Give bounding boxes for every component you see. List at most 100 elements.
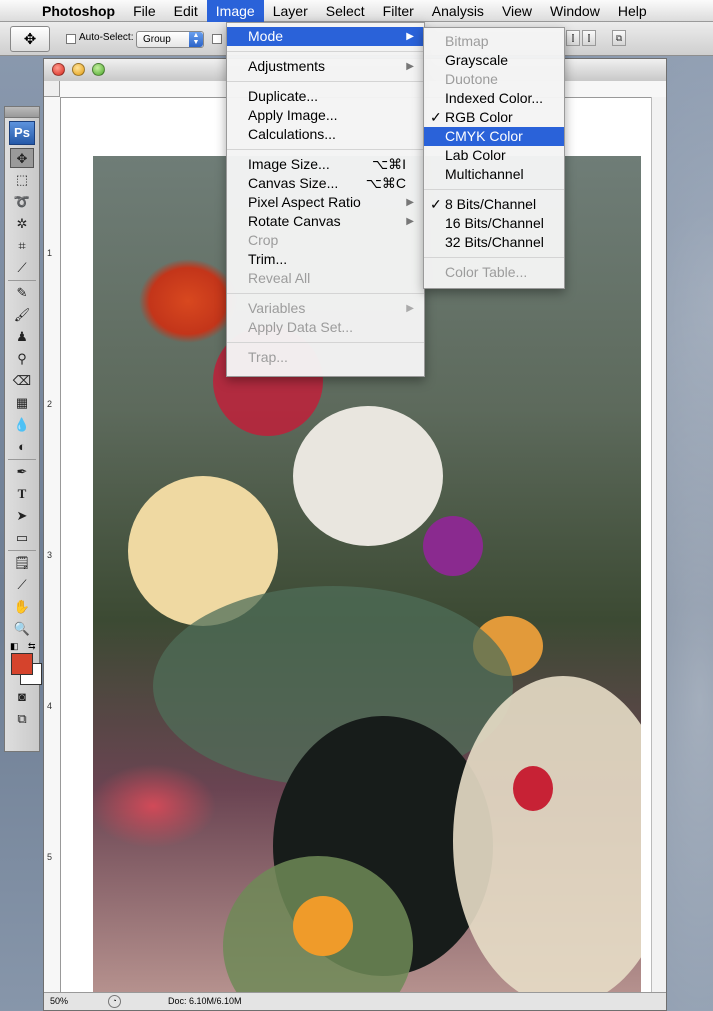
- move-tool-icon[interactable]: ✥: [10, 148, 34, 168]
- align-left-button[interactable]: ⫿: [566, 30, 580, 46]
- menu-analysis[interactable]: Analysis: [423, 0, 493, 22]
- notes-tool-icon[interactable]: 🗒: [10, 553, 34, 573]
- submenu-arrow-icon: ▶: [406, 216, 414, 227]
- menu-image[interactable]: Image: [206, 0, 264, 22]
- marquee-tool-icon[interactable]: ⬚: [10, 170, 34, 190]
- menu-select[interactable]: Select: [317, 0, 374, 22]
- mode-item-16-bits[interactable]: 16 Bits/Channel: [424, 214, 564, 233]
- menu-filter[interactable]: Filter: [374, 0, 423, 22]
- auto-select-group-dropdown[interactable]: Group ▲ ▼: [136, 31, 204, 48]
- tool-divider: [8, 459, 36, 460]
- ruler-number: 3: [47, 550, 53, 560]
- white-flower: [293, 406, 443, 546]
- menu-item-mode[interactable]: Mode ▶: [227, 27, 424, 46]
- auto-select-checkbox[interactable]: [66, 34, 76, 44]
- lasso-tool-icon[interactable]: ➰: [10, 192, 34, 212]
- color-swatches: ◧ ⇆: [8, 641, 42, 685]
- orange-rose: [293, 896, 353, 956]
- auto-align-button[interactable]: ⧉: [612, 30, 626, 46]
- ruler-number: 5: [47, 852, 53, 862]
- zoom-level[interactable]: 50%: [50, 996, 68, 1006]
- ps-logo[interactable]: Ps: [9, 121, 35, 145]
- menu-app-photoshop[interactable]: Photoshop: [36, 0, 124, 22]
- eraser-tool-icon[interactable]: ⌫: [10, 371, 34, 391]
- zoom-tool-icon[interactable]: 🔍: [10, 619, 34, 639]
- ruler-origin[interactable]: [44, 81, 60, 97]
- mode-item-duotone: Duotone: [445, 71, 498, 87]
- menu-item-trim[interactable]: Trim...: [227, 250, 424, 269]
- swap-colors-icon[interactable]: ⇆: [28, 641, 36, 652]
- menu-item-adjustments[interactable]: Adjustments ▶: [227, 57, 424, 76]
- menu-view[interactable]: View: [493, 0, 541, 22]
- submenu-arrow-icon: ▶: [406, 31, 414, 42]
- eyedropper-tool-icon[interactable]: ⟋: [10, 575, 34, 595]
- tool-preset-picker[interactable]: ✥: [10, 26, 50, 52]
- menu-item-rotate-canvas[interactable]: Rotate Canvas ▶: [227, 212, 424, 231]
- menu-window[interactable]: Window: [541, 0, 609, 22]
- submenu-arrow-icon: ▶: [406, 61, 414, 72]
- status-menu-icon[interactable]: ◔: [108, 995, 121, 1008]
- mode-item-cmyk-color[interactable]: CMYK Color: [424, 127, 564, 146]
- menu-separator: [227, 51, 424, 52]
- ruler-number: 4: [47, 701, 53, 711]
- image-menu: Mode ▶ Adjustments ▶ Duplicate... Apply Im…: [226, 22, 425, 377]
- menu-separator: [227, 149, 424, 150]
- auto-select-label: Auto-Select:: [79, 32, 134, 43]
- tools-palette: Ps ✥ ⬚ ➰ ✲ ⌗ ⟋ ✎ 🖌 ♟ ⚲ ⌫ ▦ 💧 ◐ ✒ T ➤ ▭ 🗒…: [4, 106, 42, 752]
- mode-item-32-bits[interactable]: 32 Bits/Channel: [424, 233, 564, 252]
- gradient-tool-icon[interactable]: ▦: [10, 393, 34, 413]
- menu-help[interactable]: Help: [609, 0, 656, 22]
- align-center-button[interactable]: ⫿: [582, 30, 596, 46]
- document-size[interactable]: Doc: 6.10M/6.10M: [168, 996, 242, 1006]
- healing-brush-tool-icon[interactable]: ✎: [10, 283, 34, 303]
- vertical-scrollbar[interactable]: [651, 97, 666, 993]
- mode-item-grayscale[interactable]: Grayscale: [424, 51, 564, 70]
- menu-item-canvas-size[interactable]: Canvas Size... ⌥⌘C: [227, 174, 424, 193]
- vertical-ruler[interactable]: 1 2 3 4 5: [44, 97, 61, 993]
- status-bar: 50% ◔ Doc: 6.10M/6.10M: [44, 992, 666, 1010]
- mode-item-rgb-color[interactable]: ✓ RGB Color: [424, 108, 564, 127]
- menu-item-crop: Crop: [248, 232, 279, 248]
- menu-item-pixel-aspect-ratio[interactable]: Pixel Aspect Ratio ▶: [227, 193, 424, 212]
- clone-stamp-tool-icon[interactable]: ♟: [10, 327, 34, 347]
- quick-mask-icon[interactable]: ◙: [10, 687, 34, 707]
- default-colors-icon[interactable]: ◧: [10, 641, 19, 652]
- magic-wand-tool-icon[interactable]: ✲: [10, 214, 34, 234]
- pen-tool-icon[interactable]: ✒: [10, 462, 34, 482]
- brush-tool-icon[interactable]: 🖌: [10, 305, 34, 325]
- menu-item-duplicate[interactable]: Duplicate...: [227, 87, 424, 106]
- menu-separator: [227, 342, 424, 343]
- menu-edit[interactable]: Edit: [165, 0, 207, 22]
- menu-item-apply-data-set: Apply Data Set...: [248, 319, 354, 335]
- menu-file[interactable]: File: [124, 0, 165, 22]
- zoom-window-button[interactable]: [92, 63, 105, 76]
- type-tool-icon[interactable]: T: [10, 484, 34, 504]
- minimize-window-button[interactable]: [72, 63, 85, 76]
- history-brush-tool-icon[interactable]: ⚲: [10, 349, 34, 369]
- shape-tool-icon[interactable]: ▭: [10, 528, 34, 548]
- move-tool-icon: ✥: [23, 31, 37, 48]
- path-selection-tool-icon[interactable]: ➤: [10, 506, 34, 526]
- hand-tool-icon[interactable]: ✋: [10, 597, 34, 617]
- menu-item-image-size[interactable]: Image Size... ⌥⌘I: [227, 155, 424, 174]
- auto-select-group-value: Group: [143, 34, 171, 45]
- show-transform-checkbox[interactable]: [212, 34, 222, 44]
- menu-item-variables: Variables ▶: [248, 300, 414, 316]
- menu-layer[interactable]: Layer: [264, 0, 317, 22]
- palette-grip[interactable]: [5, 107, 39, 118]
- dodge-tool-icon[interactable]: ◐: [10, 437, 34, 457]
- mode-item-lab-color[interactable]: Lab Color: [424, 146, 564, 165]
- slice-tool-icon[interactable]: ⟋: [10, 258, 34, 278]
- close-window-button[interactable]: [52, 63, 65, 76]
- menu-item-reveal-all: Reveal All: [248, 270, 311, 286]
- blur-tool-icon[interactable]: 💧: [10, 415, 34, 435]
- mode-item-indexed-color[interactable]: Indexed Color...: [424, 89, 564, 108]
- crop-tool-icon[interactable]: ⌗: [10, 236, 34, 256]
- menu-item-calculations[interactable]: Calculations...: [227, 125, 424, 144]
- screen-mode-icon[interactable]: ⧉: [10, 709, 34, 729]
- mode-item-color-table: Color Table...: [445, 264, 528, 280]
- mode-item-8-bits[interactable]: ✓ 8 Bits/Channel: [424, 195, 564, 214]
- mode-item-multichannel[interactable]: Multichannel: [424, 165, 564, 184]
- menu-item-apply-image[interactable]: Apply Image...: [227, 106, 424, 125]
- foreground-color-swatch[interactable]: [11, 653, 33, 675]
